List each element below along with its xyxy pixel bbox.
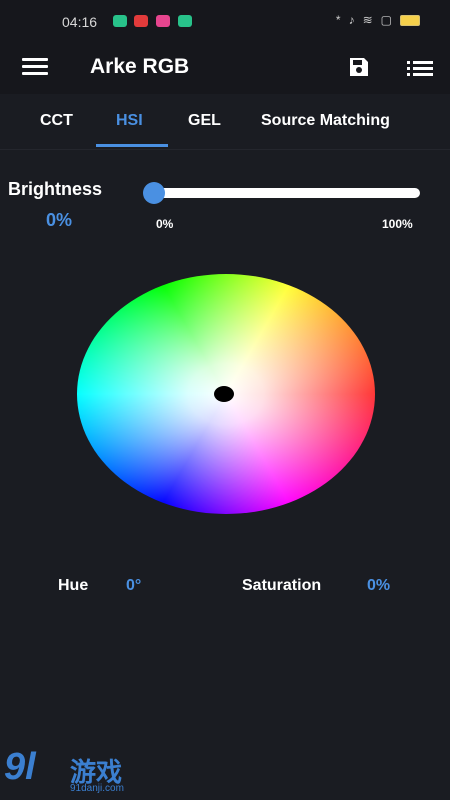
- app-notification-icon: [113, 15, 127, 27]
- battery-icon: [400, 14, 420, 26]
- slider-min-label: 0%: [156, 217, 174, 231]
- status-bar: 04:16 * ♪ ≋ ▢: [0, 0, 450, 40]
- tab-hsi[interactable]: HSI: [116, 112, 143, 130]
- tab-gel[interactable]: GEL: [188, 112, 221, 130]
- bluetooth-icon: *: [335, 13, 341, 27]
- sim-icon: ▢: [380, 13, 392, 27]
- status-time: 04:16: [62, 14, 98, 30]
- divider: [0, 149, 450, 150]
- app-bar: Arke RGB: [0, 40, 450, 94]
- app-title: Arke RGB: [90, 55, 190, 78]
- slider-max-label: 100%: [382, 217, 413, 231]
- menu-icon[interactable]: [22, 58, 48, 76]
- watermark: 9l 游戏 91danji.com: [4, 746, 144, 796]
- vibrate-icon: ♪: [348, 13, 355, 27]
- brightness-label: Brightness: [8, 179, 103, 199]
- status-icons: * ♪ ≋ ▢: [336, 13, 420, 27]
- app-notification-icon: [134, 15, 148, 27]
- color-wheel-cursor[interactable]: [214, 386, 234, 402]
- list-icon[interactable]: [407, 58, 433, 78]
- hue-label: Hue: [58, 577, 89, 594]
- brightness-slider-track[interactable]: [152, 188, 420, 198]
- tab-cct[interactable]: CCT: [40, 112, 73, 130]
- save-icon[interactable]: [346, 55, 372, 79]
- tab-source-matching[interactable]: Source Matching: [261, 112, 390, 130]
- brightness-slider-thumb[interactable]: [143, 182, 165, 204]
- app-notification-icon: [156, 15, 170, 27]
- app-notification-icon: [178, 15, 192, 27]
- brightness-value: 0%: [46, 210, 73, 230]
- saturation-value: 0%: [367, 577, 391, 594]
- wifi-icon: ≋: [362, 13, 373, 27]
- saturation-label: Saturation: [242, 577, 322, 594]
- active-tab-indicator: [96, 144, 168, 147]
- watermark-logo: 9l: [4, 746, 36, 788]
- watermark-url: 91danji.com: [70, 783, 124, 794]
- mode-tabs: CCT HSI GEL Source Matching: [0, 94, 450, 150]
- hue-value: 0°: [126, 577, 142, 594]
